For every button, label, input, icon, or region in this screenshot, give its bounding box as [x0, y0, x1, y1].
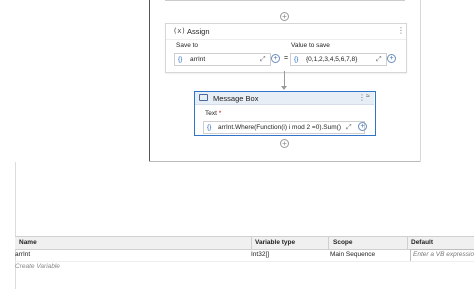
variable-name-cell[interactable]: arrInt [15, 250, 30, 260]
message-box-activity[interactable]: Message Box ⋮ ≈ Text * {} arrInt.Where(F… [194, 91, 376, 136]
add-activity-top-icon[interactable]: + [280, 12, 289, 21]
message-box-menu-icon[interactable]: ⋮ [358, 94, 366, 102]
value-to-save-plus-icon[interactable]: + [387, 54, 396, 63]
connector-arrow-icon [281, 86, 287, 90]
assign-menu-icon[interactable]: ⋮ [397, 27, 405, 35]
expression-brace-icon[interactable]: {} [294, 54, 298, 65]
column-header-variable-type[interactable]: Variable type [255, 239, 295, 246]
expand-editor-icon[interactable]: ⤢ [346, 122, 352, 133]
assign-header[interactable]: (x) Assign ⋮ [166, 24, 406, 40]
expand-editor-icon[interactable]: ⤢ [376, 54, 382, 65]
text-value[interactable]: arrInt.Where(Function(i) i mod 2 =0).Sum… [218, 122, 341, 133]
save-to-label: Save to [176, 42, 199, 49]
column-separator[interactable] [407, 237, 408, 249]
add-activity-bottom-icon[interactable]: + [280, 139, 289, 148]
column-header-name[interactable]: Name [19, 239, 37, 246]
value-to-save-field[interactable]: {} {0,1,2,3,4,5,6,7,8} ⤢ [290, 53, 387, 66]
save-to-value[interactable]: arrInt [190, 54, 205, 65]
column-header-scope[interactable]: Scope [333, 239, 353, 246]
text-plus-icon[interactable]: + [358, 122, 367, 131]
default-placeholder[interactable]: Enter a VB expression [413, 250, 474, 260]
canvas-right-border [420, 0, 421, 162]
text-label: Text * [205, 110, 221, 117]
row-divider [15, 261, 474, 262]
assign-title: Assign [187, 27, 210, 36]
canvas-bottom-border [149, 161, 420, 162]
canvas-top-border [165, 0, 405, 1]
create-variable-link[interactable]: Create Variable [15, 263, 60, 270]
required-mark: * [218, 110, 222, 117]
variable-type-cell[interactable]: Int32[] [251, 250, 269, 260]
variable-scope-cell[interactable]: Main Sequence [330, 250, 375, 260]
expression-brace-icon[interactable]: {} [207, 122, 211, 133]
expand-editor-icon[interactable]: ⤢ [260, 54, 266, 65]
save-to-plus-icon[interactable]: + [271, 54, 280, 63]
expression-brace-icon[interactable]: {} [178, 54, 182, 65]
column-separator[interactable] [251, 237, 252, 249]
value-to-save-label: Value to save [291, 42, 330, 49]
message-box-header[interactable]: Message Box ⋮ ≈ [195, 92, 374, 105]
assign-icon: (x) [173, 27, 186, 35]
text-label-text: Text [205, 110, 217, 117]
equals-sign: = [284, 55, 289, 62]
text-field[interactable]: {} arrInt.Where(Function(i) i mod 2 =0).… [203, 121, 365, 134]
save-to-field[interactable]: {} arrInt ⤢ [174, 53, 271, 66]
variables-table: Name Variable type Scope Default arrInt … [15, 236, 474, 276]
column-separator[interactable] [328, 237, 329, 249]
assign-activity[interactable]: (x) Assign ⋮ Save to Value to save {} ar… [165, 23, 407, 73]
column-header-default[interactable]: Default [411, 239, 433, 246]
canvas-left-border [149, 0, 150, 162]
value-to-save-value[interactable]: {0,1,2,3,4,5,6,7,8} [306, 54, 357, 65]
message-icon [199, 94, 208, 101]
variables-header-row: Name Variable type Scope Default [15, 236, 474, 250]
collapse-icon[interactable]: ≈ [366, 93, 370, 100]
message-box-title: Message Box [213, 93, 259, 103]
table-row[interactable]: arrInt Int32[] Main Sequence Enter a VB … [15, 249, 474, 262]
